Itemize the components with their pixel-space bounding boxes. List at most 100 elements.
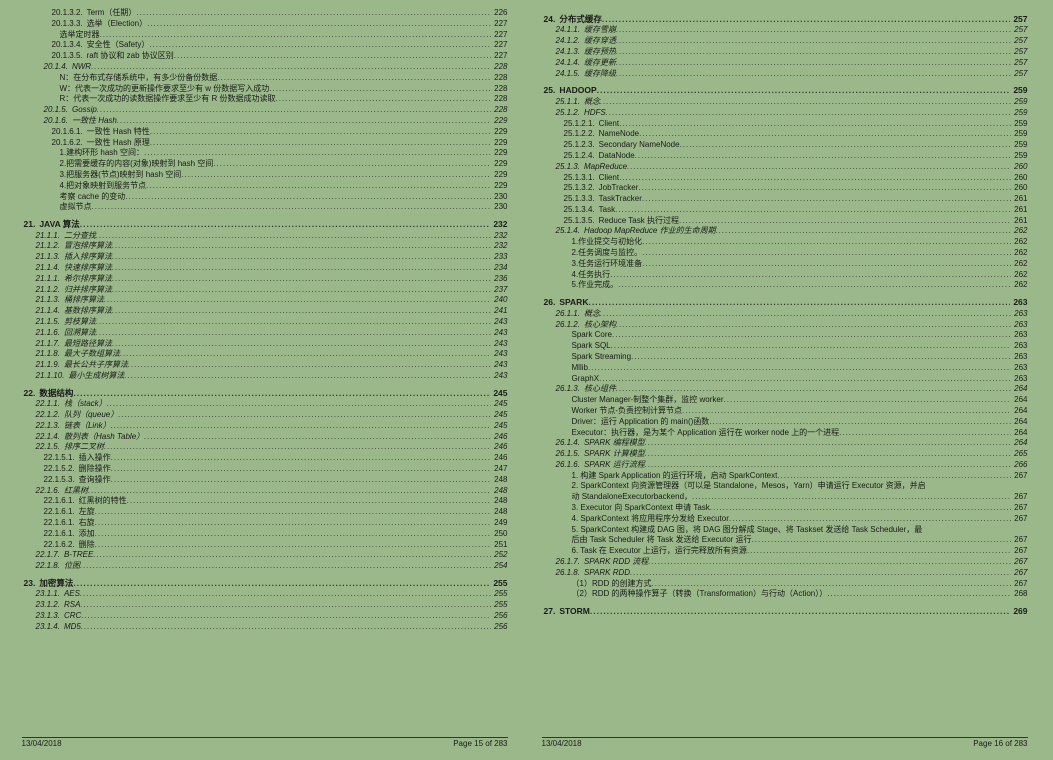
- toc-entry[interactable]: 21.1.2.归并排序算法237: [22, 285, 508, 296]
- toc-entry[interactable]: 23.1.1.AES255: [22, 589, 508, 600]
- toc-entry[interactable]: 25.1.1.概念259: [542, 97, 1028, 108]
- toc-entry[interactable]: 21.1.7.最短路径算法243: [22, 339, 508, 350]
- toc-entry[interactable]: Spark Core263: [542, 330, 1028, 341]
- toc-entry[interactable]: 21.1.4.快速排序算法234: [22, 263, 508, 274]
- toc-entry[interactable]: 25.1.4.Hadoop MapReduce 作业的生命周期262: [542, 226, 1028, 237]
- toc-entry[interactable]: 24.1.3.缓存预热257: [542, 47, 1028, 58]
- toc-entry[interactable]: 22.1.3.链表（Link）245: [22, 421, 508, 432]
- toc-entry[interactable]: 21.1.9.最长公共子序算法243: [22, 360, 508, 371]
- toc-entry[interactable]: 26.1.3.核心组件264: [542, 384, 1028, 395]
- toc-entry[interactable]: 22.1.4.散列表（Hash Table）246: [22, 432, 508, 443]
- toc-entry[interactable]: 22.1.6.1.左旋248: [22, 507, 508, 518]
- toc-entry[interactable]: （1）RDD 的创建方式267: [542, 579, 1028, 590]
- toc-entry[interactable]: 25.1.2.4.DataNode259: [542, 151, 1028, 162]
- toc-entry[interactable]: 23.加密算法255: [22, 578, 508, 589]
- toc-entry[interactable]: 25.1.3.4.Task261: [542, 205, 1028, 216]
- toc-entry[interactable]: 20.1.3.4.安全性（Safety）227: [22, 40, 508, 51]
- toc-entry[interactable]: 22.1.5.1.插入操作246: [22, 453, 508, 464]
- toc-entry[interactable]: 24.1.5.缓存降级257: [542, 69, 1028, 80]
- toc-entry[interactable]: 21.1.4.基数排序算法241: [22, 306, 508, 317]
- toc-entry[interactable]: 24.分布式缓存257: [542, 14, 1028, 25]
- toc-entry[interactable]: 24.1.4.缓存更新257: [542, 58, 1028, 69]
- toc-entry[interactable]: 23.1.4.MD5256: [22, 622, 508, 633]
- toc-entry[interactable]: 22.1.7.B-TREE252: [22, 550, 508, 561]
- toc-entry[interactable]: 4. SparkContext 将应用程序分发给 Executor267: [542, 514, 1028, 525]
- toc-entry[interactable]: 4.把对象映射到服务节点229: [22, 181, 508, 192]
- toc-entry[interactable]: 20.1.3.5.raft 协议和 zab 协议区别227: [22, 51, 508, 62]
- toc-entry[interactable]: 4.任务执行262: [542, 270, 1028, 281]
- toc-entry[interactable]: 22.1.2.队列（queue）245: [22, 410, 508, 421]
- toc-entry[interactable]: 25.1.3.3.TaskTracker261: [542, 194, 1028, 205]
- toc-entry[interactable]: 23.1.3.CRC256: [22, 611, 508, 622]
- toc-entry[interactable]: 26.SPARK263: [542, 297, 1028, 308]
- toc-entry[interactable]: 1.作业提交与初始化262: [542, 237, 1028, 248]
- toc-entry[interactable]: 21.1.5.剪枝算法243: [22, 317, 508, 328]
- toc-entry[interactable]: 22.1.6.红黑树248: [22, 486, 508, 497]
- toc-entry[interactable]: 20.1.3.2.Term（任期）226: [22, 8, 508, 19]
- toc-entry[interactable]: 22.1.6.1.红黑树的特性248: [22, 496, 508, 507]
- toc-entry[interactable]: 1. 构建 Spark Application 的运行环境，启动 SparkCo…: [542, 471, 1028, 482]
- toc-entry[interactable]: 25.1.2.HDFS259: [542, 108, 1028, 119]
- toc-entry[interactable]: 25.1.2.1.Client259: [542, 119, 1028, 130]
- toc-entry[interactable]: W：代表一次成功的更新操作要求至少有 w 份数据写入成功228: [22, 84, 508, 95]
- toc-entry[interactable]: 选举定时器227: [22, 30, 508, 41]
- toc-entry[interactable]: 20.1.3.3.选举（Election）227: [22, 19, 508, 30]
- toc-entry[interactable]: 27.STORM269: [542, 606, 1028, 617]
- toc-entry[interactable]: Worker 节点-负责控制计算节点264: [542, 406, 1028, 417]
- toc-entry[interactable]: 21.1.1.二分查找232: [22, 231, 508, 242]
- toc-entry[interactable]: 25.1.3.5.Reduce Task 执行过程261: [542, 216, 1028, 227]
- toc-entry[interactable]: 20.1.5.Gossip228: [22, 105, 508, 116]
- toc-entry[interactable]: 22.1.6.2.删除251: [22, 540, 508, 551]
- toc-entry[interactable]: 22.1.6.1.添加250: [22, 529, 508, 540]
- toc-entry[interactable]: N：在分布式存储系统中，有多少份备份数据228: [22, 73, 508, 84]
- toc-entry[interactable]: 21.1.1.希尔排序算法236: [22, 274, 508, 285]
- toc-entry[interactable]: 20.1.6.一致性 Hash229: [22, 116, 508, 127]
- toc-entry[interactable]: 21.JAVA 算法232: [22, 219, 508, 230]
- toc-entry[interactable]: 22.数据结构245: [22, 388, 508, 399]
- toc-entry[interactable]: Executor：执行器，是为某个 Application 运行在 worker…: [542, 428, 1028, 439]
- toc-entry[interactable]: 25.1.2.2.NameNode259: [542, 129, 1028, 140]
- toc-entry[interactable]: 22.1.5.3.查询操作248: [22, 475, 508, 486]
- toc-entry[interactable]: Mllib263: [542, 363, 1028, 374]
- toc-entry[interactable]: 26.1.7.SPARK RDD 流程267: [542, 557, 1028, 568]
- toc-entry[interactable]: 20.1.6.2.一致性 Hash 原理229: [22, 138, 508, 149]
- toc-entry[interactable]: 21.1.8.最大子数组算法243: [22, 349, 508, 360]
- toc-entry[interactable]: 24.1.2.缓存穿透257: [542, 36, 1028, 47]
- toc-entry[interactable]: 24.1.1.缓存雪崩257: [542, 25, 1028, 36]
- toc-entry[interactable]: 22.1.5.排序二叉树246: [22, 442, 508, 453]
- toc-entry[interactable]: Spark SQL263: [542, 341, 1028, 352]
- toc-entry[interactable]: 后由 Task Scheduler 将 Task 发送给 Executor 运行…: [542, 535, 1028, 546]
- toc-entry[interactable]: 3. Executor 向 SparkContext 申请 Task267: [542, 503, 1028, 514]
- toc-entry[interactable]: 25.1.2.3.Secondary NameNode259: [542, 140, 1028, 151]
- toc-entry[interactable]: 21.1.2.冒泡排序算法232: [22, 241, 508, 252]
- toc-entry[interactable]: （2）RDD 的两种操作算子（转换（Transformation）与行动（Act…: [542, 589, 1028, 600]
- toc-entry[interactable]: 26.1.4.SPARK 编程模型264: [542, 438, 1028, 449]
- toc-entry[interactable]: 20.1.6.1.一致性 Hash 特性229: [22, 127, 508, 138]
- toc-entry[interactable]: 21.1.3.桶排序算法240: [22, 295, 508, 306]
- toc-entry[interactable]: 26.1.8.SPARK RDD267: [542, 568, 1028, 579]
- toc-entry[interactable]: Spark Streaming263: [542, 352, 1028, 363]
- toc-entry[interactable]: 20.1.4.NWR228: [22, 62, 508, 73]
- toc-entry[interactable]: 26.1.5.SPARK 计算模型265: [542, 449, 1028, 460]
- toc-entry[interactable]: 22.1.1.栈（stack）245: [22, 399, 508, 410]
- toc-entry[interactable]: 26.1.2.核心架构263: [542, 320, 1028, 331]
- toc-entry[interactable]: 考察 cache 的变动230: [22, 192, 508, 203]
- toc-entry[interactable]: 22.1.8.位图254: [22, 561, 508, 572]
- toc-entry[interactable]: 2.把需要缓存的内容(对象)映射到 hash 空间229: [22, 159, 508, 170]
- toc-entry[interactable]: R：代表一次成功的读数据操作要求至少有 R 份数据成功读取228: [22, 94, 508, 105]
- toc-entry[interactable]: 5. SparkContext 构建成 DAG 图，将 DAG 图分解成 Sta…: [542, 525, 1028, 536]
- toc-entry[interactable]: 26.1.1.概念263: [542, 309, 1028, 320]
- toc-entry[interactable]: 21.1.6.回溯算法243: [22, 328, 508, 339]
- toc-entry[interactable]: 3.把服务器(节点)映射到 hash 空间229: [22, 170, 508, 181]
- toc-entry[interactable]: 22.1.6.1.右旋249: [22, 518, 508, 529]
- toc-entry[interactable]: 1.建构环形 hash 空间：229: [22, 148, 508, 159]
- toc-entry[interactable]: 21.1.3.插入排序算法233: [22, 252, 508, 263]
- toc-entry[interactable]: 25.1.3.1.Client260: [542, 173, 1028, 184]
- toc-entry[interactable]: 动 StandaloneExecutorbackend，267: [542, 492, 1028, 503]
- toc-entry[interactable]: 25.HADOOP259: [542, 85, 1028, 96]
- toc-entry[interactable]: 2. SparkContext 向资源管理器（可以是 Standalone，Me…: [542, 481, 1028, 492]
- toc-entry[interactable]: 26.1.6.SPARK 运行流程266: [542, 460, 1028, 471]
- toc-entry[interactable]: 3.任务运行环境准备262: [542, 259, 1028, 270]
- toc-entry[interactable]: 虚拟节点230: [22, 202, 508, 213]
- toc-entry[interactable]: Cluster Manager-制整个集群，监控 worker264: [542, 395, 1028, 406]
